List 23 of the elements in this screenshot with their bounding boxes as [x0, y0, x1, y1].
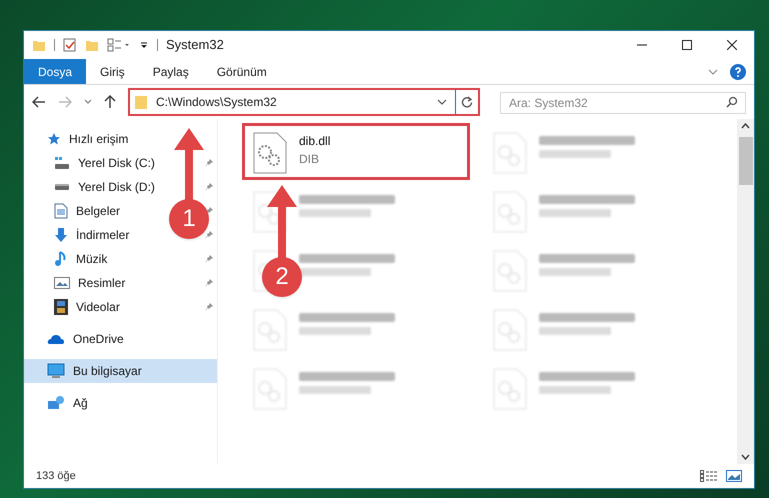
nav-item[interactable]: Hızlı erişim [24, 127, 217, 151]
nav-item[interactable]: Resimler [24, 271, 168, 295]
window-title: System32 [166, 36, 224, 54]
nav-item[interactable]: OneDrive [24, 327, 217, 351]
file-type: DIB [299, 151, 320, 168]
nav-item[interactable]: Belgeler [24, 199, 168, 223]
nav-item[interactable]: Videolar [24, 295, 168, 319]
address-path: C:\Windows\System32 [156, 94, 277, 111]
ribbon-tab[interactable]: Görünüm [202, 59, 281, 84]
nav-item[interactable]: Ağ [24, 391, 217, 415]
nav-item[interactable]: Yerel Disk (D:) [24, 175, 168, 199]
file-item[interactable]: dib.dll DIB [242, 123, 470, 180]
ribbon-tab[interactable]: Giriş [86, 59, 139, 84]
address-bar[interactable]: C:\Windows\System32 [128, 88, 480, 116]
ribbon-tab[interactable]: Paylaş [138, 59, 203, 84]
nav-item[interactable]: İndirmeler [24, 223, 168, 247]
file-name: dib.dll [299, 133, 330, 150]
nav-item[interactable]: Bu bilgisayar [24, 359, 217, 383]
item-count: 133 öğe [36, 468, 76, 484]
search-field[interactable]: Ara: System32 [500, 92, 746, 114]
ribbon-tab[interactable]: Dosya [24, 59, 86, 84]
nav-item[interactable]: Yerel Disk (C:) [24, 151, 168, 175]
nav-item[interactable]: Müzik [24, 247, 168, 271]
